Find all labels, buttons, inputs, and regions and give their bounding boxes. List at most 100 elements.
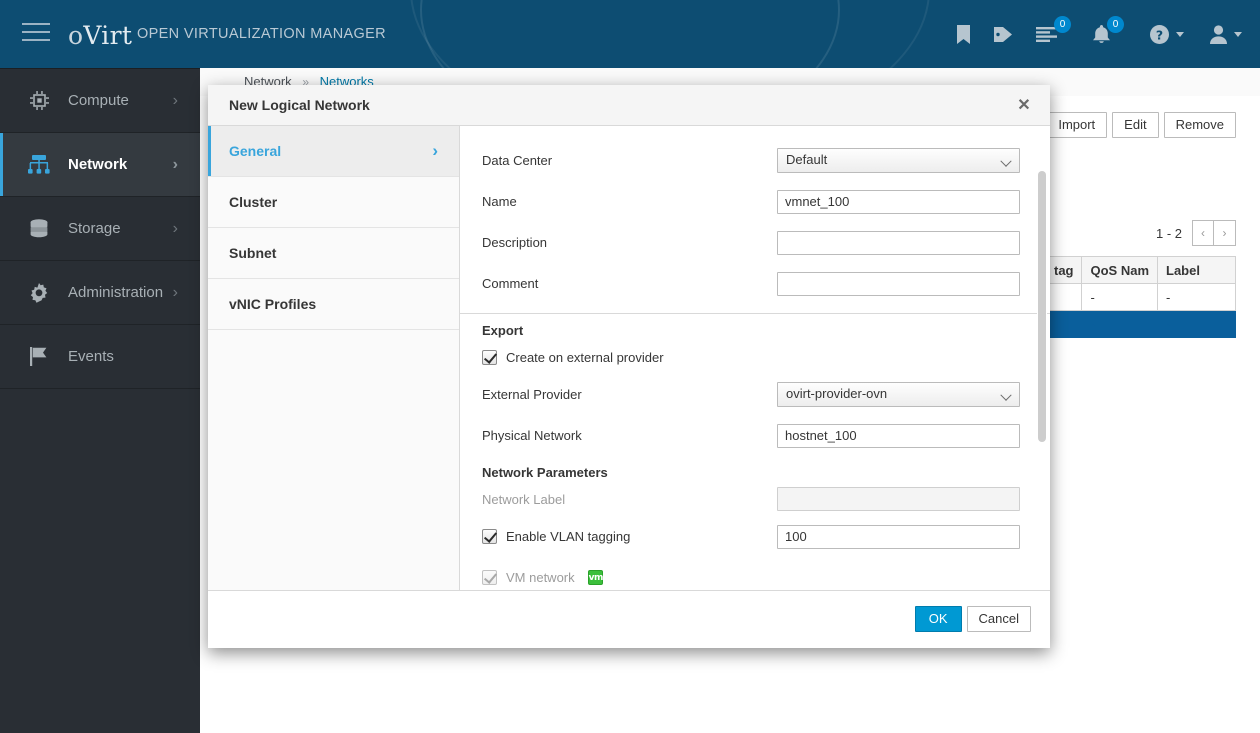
form-scrollbar-thumb[interactable] [1038,171,1046,442]
sidebar-item-label: Events [68,348,114,365]
field-row-data-center: Data Center Default [460,140,1050,181]
field-row-external-provider: External Provider ovirt-provider-ovn [460,374,1050,415]
sidebar-item-label: Administration [68,284,164,301]
chevron-right-icon: › [172,155,178,173]
form-scrollbar[interactable] [1037,130,1047,586]
tasks-badge: 0 [1054,16,1071,33]
form-scroll-region: Data Center Default Name Description [460,126,1050,590]
new-logical-network-dialog: New Logical Network ✕ General › Cluster … [208,85,1050,648]
create-on-external-provider-label: Create on external provider [506,349,664,365]
column-header-qos-name[interactable]: QoS Nam [1081,256,1158,284]
column-header-label[interactable]: Label [1157,256,1236,284]
vm-network-badge-icon: vm [587,570,603,585]
cpu-chip-icon [26,90,52,112]
hamburger-icon[interactable] [22,20,52,46]
data-center-select[interactable]: Default [777,148,1020,173]
network-parameters-section-title: Network Parameters [482,465,608,480]
cell-label: - [1157,283,1236,311]
field-row-enable-vlan-tagging: Enable VLAN tagging [460,516,1050,557]
chevron-down-icon [1234,31,1242,37]
tab-label: Cluster [229,194,278,210]
comment-input[interactable] [777,271,1020,296]
field-row-description: Description [460,222,1050,263]
external-provider-label: External Provider [482,387,582,402]
chevron-right-icon: › [172,219,178,237]
help-icon[interactable]: ? [1150,0,1184,68]
bookmark-icon[interactable] [956,0,971,68]
field-row-network-label: Network Label [460,482,1050,516]
ok-button[interactable]: OK [914,606,962,632]
field-row-name: Name [460,181,1050,222]
pagination-prev-button[interactable]: ‹ [1192,220,1214,246]
cancel-button[interactable]: Cancel [966,606,1031,632]
tab-subnet[interactable]: Subnet [208,228,459,279]
dialog-footer: OK Cancel [208,590,1050,647]
chevron-right-icon: › [172,283,178,301]
sidebar-item-label: Storage [68,220,121,237]
logo-text-o: o [68,21,84,50]
tab-label: Subnet [229,245,277,261]
flag-icon [26,346,52,368]
name-label: Name [482,194,517,209]
tab-cluster[interactable]: Cluster [208,177,459,228]
external-provider-select[interactable]: ovirt-provider-ovn [777,382,1020,407]
sidebar-item-network[interactable]: Network › [0,133,200,197]
chevron-right-icon: › [172,91,178,109]
network-label-label: Network Label [482,491,566,507]
close-icon[interactable]: ✕ [1011,93,1037,119]
dialog-title: New Logical Network [229,97,370,113]
tab-general[interactable]: General › [208,126,459,177]
enable-vlan-tagging-checkbox[interactable] [482,529,497,544]
cell-qos-name: - [1081,283,1158,311]
sidebar-item-compute[interactable]: Compute › [0,69,200,133]
description-input[interactable] [777,230,1020,255]
sidebar-item-storage[interactable]: Storage › [0,197,200,261]
export-section-title: Export [482,323,524,338]
sidebar-item-label: Network [68,156,128,173]
tag-icon[interactable] [993,0,1014,68]
chevron-down-icon [1176,31,1184,37]
cell-qos-name: - [1081,310,1158,338]
tab-label: General [229,143,282,159]
name-input[interactable] [777,189,1020,214]
dialog-body: General › Cluster Subnet vNIC Profiles D… [208,126,1050,590]
remove-button[interactable]: Remove [1163,112,1236,138]
chevron-right-icon: › [432,141,438,160]
decorative-arc-outer [410,0,930,68]
comment-label: Comment [482,276,539,291]
pagination-range: 1 - 2 [1155,225,1182,241]
ovirt-logo[interactable]: oVirt [68,21,132,50]
description-label: Description [482,235,548,250]
pagination: 1 - 2 ‹ › [1156,220,1236,246]
tasks-icon[interactable]: 0 [1036,0,1071,68]
sidebar-item-events[interactable]: Events [0,325,200,389]
pagination-next-button[interactable]: › [1214,220,1236,246]
sidebar-item-label: Compute [68,92,129,109]
svg-text:?: ? [1156,27,1163,42]
tab-label: vNIC Profiles [229,296,317,312]
physical-network-input[interactable] [777,423,1020,448]
edit-button[interactable]: Edit [1112,112,1159,138]
user-account-icon[interactable] [1210,0,1242,68]
masthead-subtitle: OPEN VIRTUALIZATION MANAGER [137,26,387,42]
database-stack-icon [26,218,52,240]
gear-icon [26,282,52,304]
tab-vnic-profiles[interactable]: vNIC Profiles [208,279,459,330]
notifications-bell-icon[interactable]: 0 [1093,0,1124,68]
vm-network-label: VM network [506,570,575,585]
network-topology-icon [26,154,52,176]
sidebar: Compute › Network › Storage › Administra… [0,68,200,733]
dialog-form-panel: Data Center Default Name Description [460,126,1050,590]
import-button[interactable]: Import [1046,112,1108,138]
logo-text-virt: Virt [83,21,133,50]
sidebar-item-administration[interactable]: Administration › [0,261,200,325]
create-on-external-provider-checkbox[interactable] [482,349,497,365]
physical-network-label: Physical Network [482,428,582,443]
vm-network-checkbox [482,570,497,585]
dialog-header: New Logical Network ✕ [208,85,1050,126]
field-row-vm-network: VM network vm [460,557,1050,590]
vlan-tag-input[interactable] [777,524,1020,549]
field-row-physical-network: Physical Network [460,415,1050,456]
field-row-create-on-external-provider: Create on external provider [460,340,1050,374]
notifications-badge: 0 [1107,16,1124,33]
